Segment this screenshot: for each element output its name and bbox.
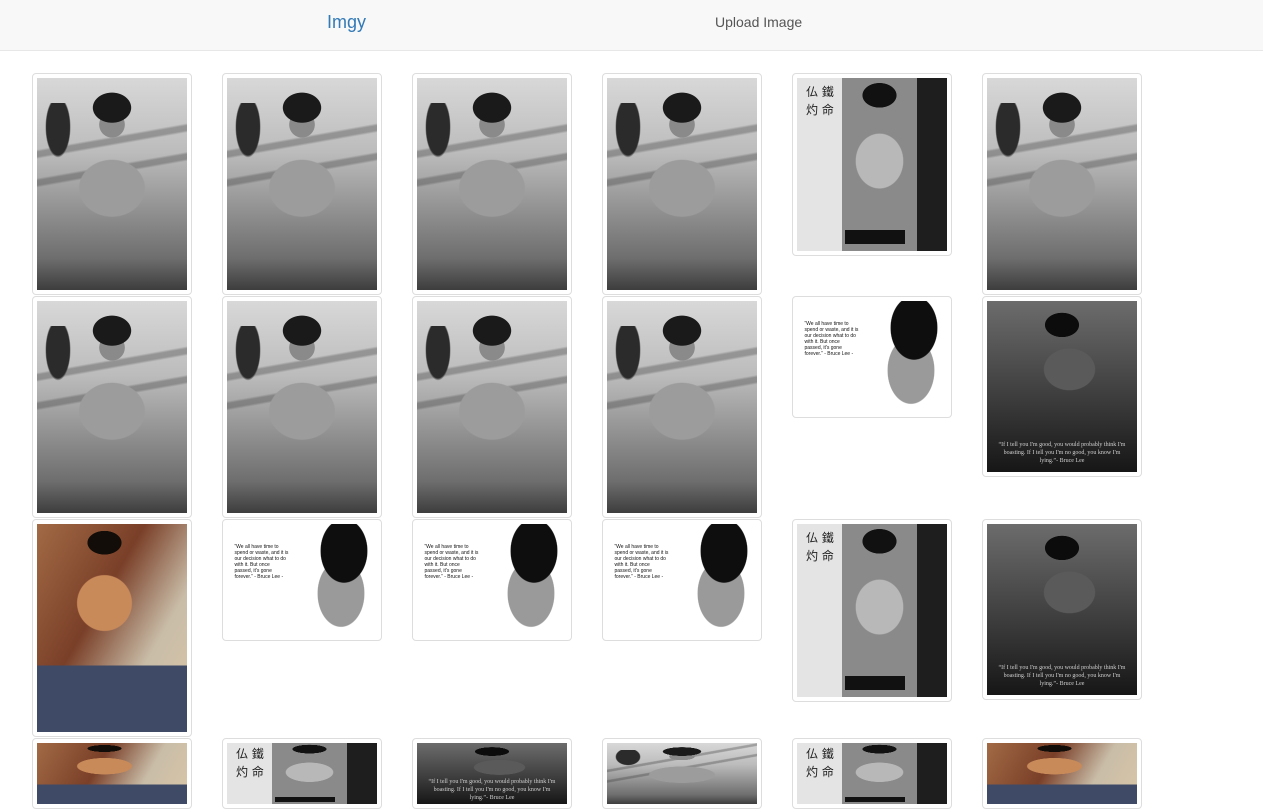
gallery-thumbnail[interactable] [412, 738, 572, 809]
photo-quote-sitting [987, 301, 1137, 472]
gallery-thumbnail[interactable] [222, 296, 382, 518]
gallery-thumbnail[interactable] [792, 519, 952, 702]
photo-shirtless-porch [37, 78, 187, 290]
photo-color-jeans [37, 743, 187, 804]
photo-color-jeans [37, 524, 187, 732]
gallery-thumbnail[interactable] [602, 296, 762, 518]
photo-shirtless-porch [607, 301, 757, 513]
photo-shirtless-porch [227, 301, 377, 513]
photo-sunglasses-calligraphy [797, 743, 947, 804]
gallery-thumbnail[interactable] [792, 738, 952, 809]
gallery-thumbnail[interactable] [222, 73, 382, 295]
gallery-thumbnail[interactable] [32, 296, 192, 518]
brand-link[interactable]: Imgy [327, 11, 366, 33]
photo-quote-sitting [987, 524, 1137, 695]
gallery-thumbnail[interactable] [412, 73, 572, 295]
gallery-thumbnail[interactable] [222, 519, 382, 641]
navbar: Imgy Upload Image [0, 0, 1263, 51]
gallery-thumbnail[interactable] [602, 738, 762, 809]
gallery-thumbnail[interactable] [792, 73, 952, 256]
gallery-thumbnail[interactable] [222, 738, 382, 809]
gallery-thumbnail[interactable] [792, 296, 952, 418]
gallery-thumbnail[interactable] [982, 519, 1142, 700]
photo-sunglasses-calligraphy [797, 78, 947, 251]
photo-quote-closeup [797, 301, 947, 413]
upload-image-link[interactable]: Upload Image [715, 13, 802, 31]
gallery-thumbnail[interactable] [412, 519, 572, 641]
photo-color-jeans [987, 743, 1137, 804]
photo-shirtless-porch [227, 78, 377, 290]
gallery-thumbnail[interactable] [32, 73, 192, 295]
photo-shirtless-porch [607, 743, 757, 804]
photo-quote-closeup [607, 524, 757, 636]
gallery-thumbnail[interactable] [32, 519, 192, 737]
gallery-thumbnail[interactable] [982, 738, 1142, 809]
photo-quote-closeup [227, 524, 377, 636]
photo-shirtless-porch [607, 78, 757, 290]
photo-shirtless-porch [987, 78, 1137, 290]
photo-quote-sitting [417, 743, 567, 804]
gallery-thumbnail[interactable] [602, 519, 762, 641]
photo-quote-closeup [417, 524, 567, 636]
photo-shirtless-porch [417, 78, 567, 290]
image-gallery [0, 51, 1263, 809]
photo-shirtless-porch [37, 301, 187, 513]
gallery-thumbnail[interactable] [412, 296, 572, 518]
gallery-thumbnail[interactable] [982, 73, 1142, 295]
gallery-thumbnail[interactable] [32, 738, 192, 809]
photo-sunglasses-calligraphy [797, 524, 947, 697]
gallery-thumbnail[interactable] [982, 296, 1142, 477]
photo-shirtless-porch [417, 301, 567, 513]
photo-sunglasses-calligraphy [227, 743, 377, 804]
gallery-thumbnail[interactable] [602, 73, 762, 295]
